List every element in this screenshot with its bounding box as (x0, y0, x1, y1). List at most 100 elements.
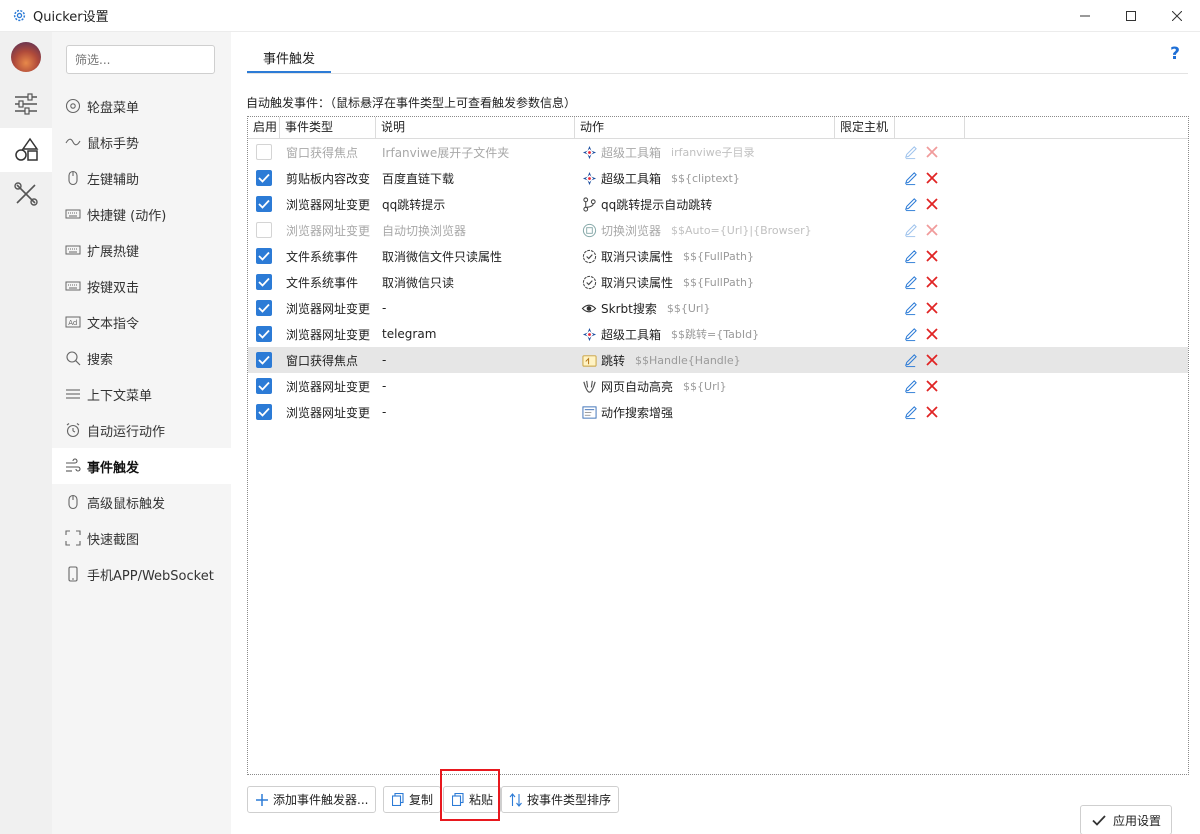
action-cell[interactable]: 切换浏览器 $$Auto={Url}|{Browser} (575, 222, 835, 239)
enabled-checkbox[interactable] (256, 300, 272, 316)
event-type-cell[interactable]: 窗口获得焦点 (280, 352, 376, 369)
event-type-cell[interactable]: 浏览器网址变更 (280, 404, 376, 421)
table-row[interactable]: 浏览器网址变更 - 动作搜索增强 (248, 399, 1188, 425)
delete-icon[interactable] (926, 302, 938, 314)
edit-icon[interactable] (903, 405, 918, 420)
table-row[interactable]: 浏览器网址变更 自动切换浏览器 切换浏览器 $$Auto={Url}|{Browser… (248, 217, 1188, 243)
action-cell[interactable]: 跳转 $$Handle{Handle} (575, 352, 835, 369)
action-cell[interactable]: 超级工具箱 irfanviwe子目录 (575, 144, 835, 161)
edit-icon[interactable] (903, 353, 918, 368)
table-row[interactable]: 浏览器网址变更 - Skrbt搜索 $${Url} (248, 295, 1188, 321)
event-type-cell[interactable]: 浏览器网址变更 (280, 326, 376, 343)
action-cell[interactable]: Skrbt搜索 $${Url} (575, 300, 835, 317)
enabled-checkbox[interactable] (256, 326, 272, 342)
copy-button[interactable]: 复制 (383, 786, 442, 813)
edit-icon[interactable] (903, 327, 918, 342)
nav-item-wheel-menu[interactable]: 轮盘菜单 (52, 88, 231, 124)
nav-item-event-trigger[interactable]: 事件触发 (52, 448, 231, 484)
delete-icon[interactable] (926, 354, 938, 366)
enabled-checkbox[interactable] (256, 248, 272, 264)
enabled-checkbox[interactable] (256, 352, 272, 368)
delete-icon[interactable] (926, 276, 938, 288)
nav-item-double-press[interactable]: 按键双击 (52, 268, 231, 304)
enabled-checkbox[interactable] (256, 222, 272, 238)
enabled-checkbox[interactable] (256, 404, 272, 420)
enabled-checkbox[interactable] (256, 274, 272, 290)
avatar[interactable] (11, 42, 41, 72)
action-cell[interactable]: 超级工具箱 $$跳转={TabId} (575, 326, 835, 343)
action-cell[interactable]: 取消只读属性 $${FullPath} (575, 274, 835, 291)
column-header-description[interactable]: 说明 (376, 117, 575, 139)
action-cell[interactable]: 动作搜索增强 (575, 404, 835, 421)
table-row[interactable]: 文件系统事件 取消微信只读 取消只读属性 $${FullPath} (248, 269, 1188, 295)
nav-item-hotkey-action[interactable]: 快捷键 (动作) (52, 196, 231, 232)
event-type-cell[interactable]: 文件系统事件 (280, 248, 376, 265)
delete-icon[interactable] (926, 328, 938, 340)
close-button[interactable] (1154, 0, 1200, 32)
maximize-button[interactable] (1108, 0, 1154, 32)
edit-icon[interactable] (903, 249, 918, 264)
apply-settings-button[interactable]: 应用设置 (1080, 805, 1173, 834)
delete-icon[interactable] (926, 146, 938, 158)
action-cell[interactable]: 超级工具箱 $${cliptext} (575, 170, 835, 187)
event-type-cell[interactable]: 剪贴板内容改变 (280, 170, 376, 187)
event-type-cell[interactable]: 浏览器网址变更 (280, 196, 376, 213)
nav-item-left-click[interactable]: 左键辅助 (52, 160, 231, 196)
minimize-button[interactable] (1062, 0, 1108, 32)
edit-icon[interactable] (903, 223, 918, 238)
action-cell[interactable]: qq跳转提示自动跳转 (575, 196, 835, 213)
nav-item-auto-run[interactable]: 自动运行动作 (52, 412, 231, 448)
edit-icon[interactable] (903, 145, 918, 160)
tools-button[interactable] (0, 172, 52, 216)
column-header-event-type[interactable]: 事件类型 (280, 117, 376, 139)
event-type-cell[interactable]: 文件系统事件 (280, 274, 376, 291)
help-icon[interactable]: ? (1170, 44, 1180, 64)
filter-input[interactable] (66, 45, 215, 74)
delete-icon[interactable] (926, 224, 938, 236)
table-row[interactable]: 窗口获得焦点 Irfanviwe展开子文件夹 超级工具箱 irfanviwe子目录 (248, 139, 1188, 165)
nav-item-context-menu[interactable]: 上下文菜单 (52, 376, 231, 412)
nav-item-gesture[interactable]: 鼠标手势 (52, 124, 231, 160)
nav-item-screenshot[interactable]: 快速截图 (52, 520, 231, 556)
edit-icon[interactable] (903, 197, 918, 212)
nav-item-advanced-mouse[interactable]: 高级鼠标触发 (52, 484, 231, 520)
action-cell[interactable]: 取消只读属性 $${FullPath} (575, 248, 835, 265)
table-row[interactable]: 浏览器网址变更 - 网页自动高亮 $${Url} (248, 373, 1188, 399)
column-header-host[interactable]: 限定主机 (835, 117, 895, 139)
enabled-checkbox[interactable] (256, 378, 272, 394)
table-row[interactable]: 文件系统事件 取消微信文件只读属性 取消只读属性 $${FullPath} (248, 243, 1188, 269)
event-type-cell[interactable]: 浏览器网址变更 (280, 300, 376, 317)
edit-icon[interactable] (903, 171, 918, 186)
delete-icon[interactable] (926, 172, 938, 184)
column-header-enabled[interactable]: 启用 (248, 117, 280, 139)
nav-item-phone-app[interactable]: 手机APP/WebSocket (52, 556, 231, 592)
nav-item-extended-hotkey[interactable]: 扩展热键 (52, 232, 231, 268)
table-row[interactable]: 窗口获得焦点 - 跳转 $$Handle{Handle} (248, 347, 1188, 373)
action-cell[interactable]: 网页自动高亮 $${Url} (575, 378, 835, 395)
enabled-checkbox[interactable] (256, 170, 272, 186)
edit-icon[interactable] (903, 275, 918, 290)
column-header-action[interactable]: 动作 (575, 117, 835, 139)
nav-item-text-command[interactable]: Ad 文本指令 (52, 304, 231, 340)
edit-icon[interactable] (903, 379, 918, 394)
action-name: Skrbt搜索 (601, 301, 657, 316)
event-type-cell[interactable]: 浏览器网址变更 (280, 378, 376, 395)
tab-event-trigger[interactable]: 事件触发 (247, 43, 332, 73)
nav-item-search[interactable]: 搜索 (52, 340, 231, 376)
event-type-cell[interactable]: 窗口获得焦点 (280, 144, 376, 161)
enabled-checkbox[interactable] (256, 144, 272, 160)
shapes-button[interactable] (0, 128, 52, 172)
sliders-button[interactable] (0, 82, 52, 126)
delete-icon[interactable] (926, 406, 938, 418)
delete-icon[interactable] (926, 250, 938, 262)
enabled-checkbox[interactable] (256, 196, 272, 212)
edit-icon[interactable] (903, 301, 918, 316)
table-row[interactable]: 剪贴板内容改变 百度直链下载 超级工具箱 $${cliptext} (248, 165, 1188, 191)
sort-by-type-button[interactable]: 按事件类型排序 (501, 786, 620, 813)
event-type-cell[interactable]: 浏览器网址变更 (280, 222, 376, 239)
delete-icon[interactable] (926, 380, 938, 392)
table-row[interactable]: 浏览器网址变更 qq跳转提示 qq跳转提示自动跳转 (248, 191, 1188, 217)
add-trigger-button[interactable]: 添加事件触发器... (247, 786, 377, 813)
table-row[interactable]: 浏览器网址变更 telegram 超级工具箱 $$跳转={TabId} (248, 321, 1188, 347)
delete-icon[interactable] (926, 198, 938, 210)
